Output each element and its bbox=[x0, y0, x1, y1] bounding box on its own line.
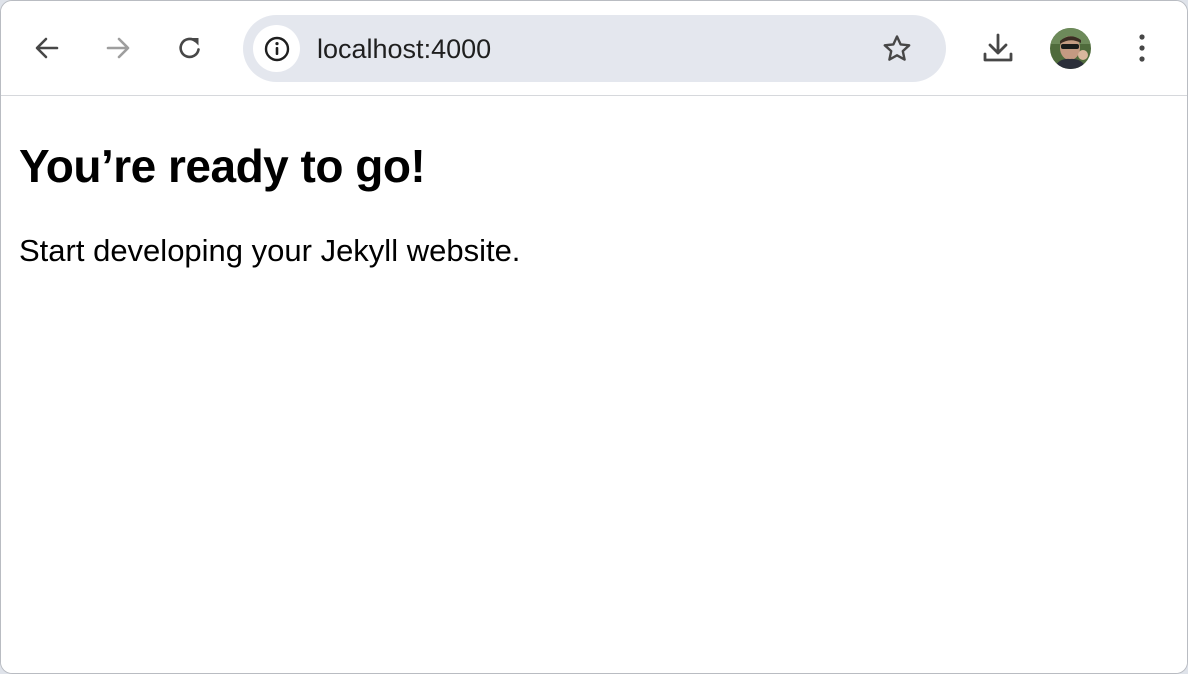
page-content: You’re ready to go! Start developing you… bbox=[1, 96, 1187, 673]
browser-window: localhost:4000 You’re ready to go! Start… bbox=[0, 0, 1188, 674]
avatar-image bbox=[1050, 28, 1091, 69]
download-button[interactable] bbox=[978, 28, 1018, 68]
address-bar[interactable]: localhost:4000 bbox=[243, 15, 946, 82]
reload-icon bbox=[179, 37, 200, 59]
reload-button[interactable] bbox=[170, 28, 210, 68]
star-icon bbox=[883, 35, 911, 61]
bookmark-button[interactable] bbox=[879, 31, 915, 67]
site-info-button[interactable] bbox=[253, 25, 300, 72]
browser-toolbar: localhost:4000 bbox=[1, 1, 1187, 96]
forward-button[interactable] bbox=[98, 28, 138, 68]
back-button[interactable] bbox=[27, 28, 67, 68]
url-text[interactable]: localhost:4000 bbox=[317, 34, 491, 64]
info-icon bbox=[264, 36, 289, 61]
arrow-left-icon bbox=[35, 37, 59, 59]
kebab-menu-icon bbox=[1139, 34, 1145, 62]
browser-menu-button[interactable] bbox=[1122, 28, 1162, 68]
page-heading: You’re ready to go! bbox=[19, 140, 426, 192]
page-body-text: Start developing your Jekyll website. bbox=[19, 233, 521, 268]
profile-avatar[interactable] bbox=[1050, 28, 1091, 69]
download-icon bbox=[983, 33, 1013, 62]
arrow-right-icon bbox=[106, 37, 130, 59]
